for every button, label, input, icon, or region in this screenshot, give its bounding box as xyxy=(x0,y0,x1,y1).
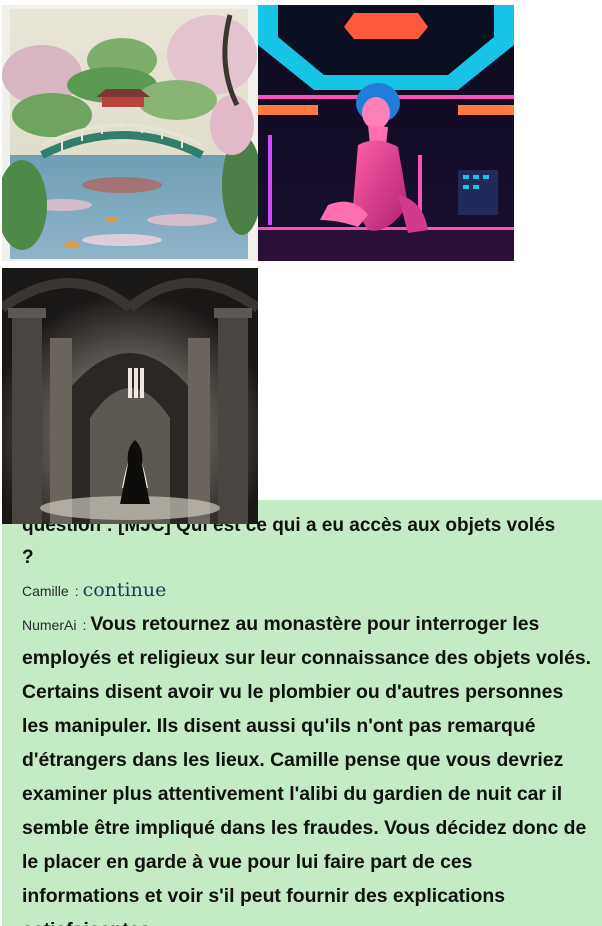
clipped-question-tail: ? xyxy=(22,547,34,568)
japanese-garden-illustration xyxy=(2,5,258,261)
speaker-name: NumerAi xyxy=(22,617,77,633)
monastery-illustration xyxy=(2,268,258,524)
speaker-name: Camille xyxy=(22,583,69,599)
speaker-separator: : xyxy=(82,617,87,633)
chat-page: question : [MJC] Qui est ce qui a eu acc… xyxy=(0,0,602,926)
speaker-separator: : xyxy=(74,583,79,599)
gallery-image-japanese-garden[interactable] xyxy=(2,5,258,261)
chat-messages: question : [MJC] Qui est ce qui a eu acc… xyxy=(22,510,594,926)
message-text: continue xyxy=(82,579,167,601)
chat-transcript: question : [MJC] Qui est ce qui a eu acc… xyxy=(2,500,602,926)
image-gallery xyxy=(0,0,602,526)
message-text: Vous retournez au monastère pour interro… xyxy=(22,613,592,926)
chat-message-user: Camille: continue xyxy=(22,574,594,608)
gallery-image-neon-woman[interactable] xyxy=(258,5,514,261)
gallery-image-monastery[interactable] xyxy=(2,268,258,524)
neon-woman-illustration xyxy=(258,5,514,261)
chat-message-ai: NumerAi: Vous retournez au monastère pour… xyxy=(22,608,594,926)
